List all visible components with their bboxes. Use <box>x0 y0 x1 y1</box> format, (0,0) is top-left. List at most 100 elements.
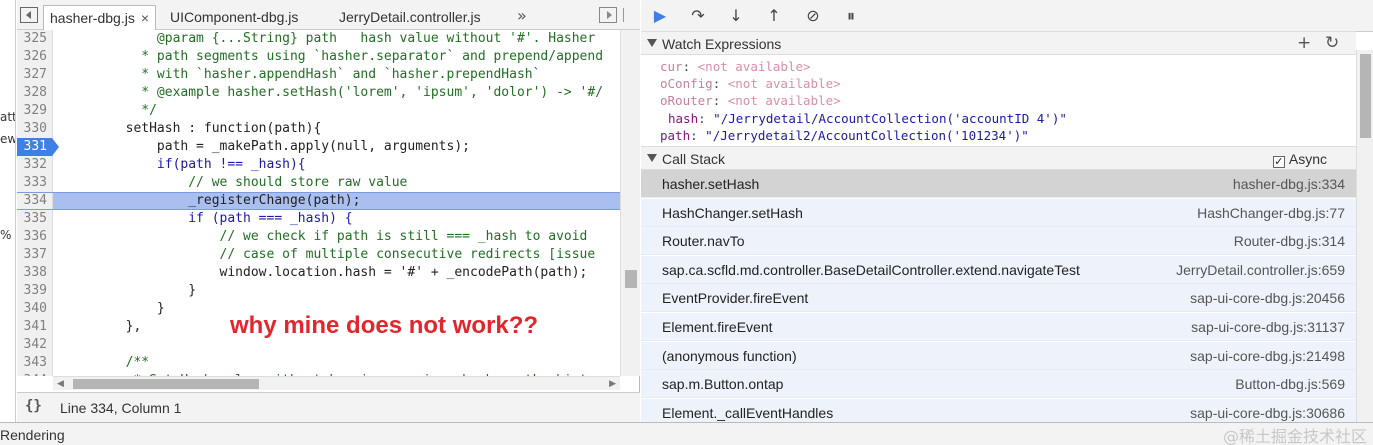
refresh-watch-icon[interactable]: ↻ <box>1325 33 1339 53</box>
line-number[interactable]: 340 <box>17 300 53 318</box>
call-frame-location[interactable]: sap-ui-core-dbg.js:20456 <box>1190 290 1345 306</box>
call-frame-location[interactable]: Button-dbg.js:569 <box>1235 376 1345 392</box>
editor-status-bar: {} Line 334, Column 1 <box>17 392 640 422</box>
line-number[interactable]: 338 <box>17 264 53 282</box>
line-number[interactable]: 334 <box>17 193 53 209</box>
section-title: Call Stack <box>662 151 726 167</box>
code-line[interactable]: 333 // we should store raw value <box>17 174 620 192</box>
code-line[interactable]: 332 if(path !== _hash){ <box>17 156 620 174</box>
call-frame-location[interactable]: Router-dbg.js:314 <box>1234 233 1345 249</box>
watermark: @稀土掘金技术社区 <box>1222 427 1367 445</box>
line-number[interactable]: 337 <box>17 246 53 264</box>
add-watch-icon[interactable]: + <box>1297 33 1311 53</box>
line-number[interactable]: 336 <box>17 228 53 246</box>
code-line[interactable]: 335 if (path === _hash) { <box>17 210 620 228</box>
async-toggle[interactable]: ✓ Async <box>1272 151 1327 168</box>
scroll-thumb[interactable] <box>1360 54 1371 138</box>
debugger-toggle-icon[interactable] <box>599 7 617 23</box>
code-text: * @example hasher.setHash('lorem', 'ipsu… <box>63 85 604 100</box>
deactivate-breakpoints-icon[interactable]: ⊘ <box>802 6 824 26</box>
async-checkbox[interactable]: ✓ <box>1272 156 1285 168</box>
breakpoint-marker[interactable]: 331 <box>17 138 59 156</box>
step-out-icon[interactable]: ↑ <box>763 6 785 26</box>
call-frame[interactable]: sap.m.Button.ontap Button-dbg.js:569 <box>641 370 1356 399</box>
line-number[interactable]: 341 <box>17 318 53 336</box>
drawer-tab-rendering[interactable]: Rendering <box>0 427 65 443</box>
watch-item[interactable]: oRouter: <not available> <box>660 93 841 110</box>
watch-item[interactable]: cur: <not available> <box>660 59 811 76</box>
call-frame-location[interactable]: sap-ui-core-dbg.js:21498 <box>1190 348 1345 364</box>
step-over-icon[interactable]: ↷ <box>687 6 709 26</box>
call-frame-function: sap.ca.scfld.md.controller.BaseDetailCon… <box>662 261 1080 278</box>
code-line[interactable]: 334 _registerChange(path); <box>17 192 620 210</box>
scroll-thumb[interactable] <box>625 270 637 288</box>
call-frame[interactable]: sap.ca.scfld.md.controller.BaseDetailCon… <box>641 255 1356 284</box>
navigator-toggle-icon[interactable] <box>20 7 38 23</box>
call-frame[interactable]: hasher.setHash hasher-dbg.js:334 <box>641 170 1356 198</box>
line-number[interactable]: 327 <box>17 66 53 84</box>
line-number[interactable]: 344 <box>17 372 53 376</box>
line-number[interactable]: 326 <box>17 48 53 66</box>
call-frame[interactable]: HashChanger.setHash HashChanger-dbg.js:77 <box>641 198 1356 227</box>
code-line[interactable]: 327 * with `hasher.appendHash` and `hash… <box>17 66 620 84</box>
scroll-right-icon[interactable]: ▶ <box>609 379 616 389</box>
resume-icon[interactable]: ▶ <box>649 6 671 26</box>
code-line[interactable]: 326 * path segments using `hasher.separa… <box>17 48 620 66</box>
code-line[interactable]: 325 @param {...String} path hash value w… <box>17 30 620 48</box>
watch-item[interactable]: oConfig: <not available> <box>660 76 841 93</box>
call-frame[interactable]: EventProvider.fireEvent sap-ui-core-dbg.j… <box>641 284 1356 313</box>
code-line[interactable]: 336 // we check if path is still === _ha… <box>17 228 620 246</box>
pause-on-exceptions-icon[interactable]: ⏸ <box>840 6 862 26</box>
step-into-icon[interactable]: ↓ <box>725 6 747 26</box>
call-frame[interactable]: Element._callEventHandles sap-ui-core-dbg… <box>641 398 1356 422</box>
call-frame-location[interactable]: HashChanger-dbg.js:77 <box>1197 205 1345 221</box>
more-tabs-icon[interactable]: » <box>517 6 527 25</box>
tab-uicomponent-dbg[interactable]: UIComponent-dbg.js <box>164 5 304 30</box>
line-number[interactable]: 333 <box>17 174 53 192</box>
line-number[interactable]: 343 <box>17 354 53 372</box>
tab-hasher-dbg[interactable]: hasher-dbg.js × <box>43 5 157 30</box>
line-number[interactable]: 342 <box>17 336 53 354</box>
editor-vertical-scrollbar[interactable] <box>620 30 640 376</box>
code-line[interactable]: 329 */ <box>17 102 620 120</box>
call-frame-location[interactable]: JerryDetail.controller.js:659 <box>1176 262 1345 278</box>
tab-label: UIComponent-dbg.js <box>170 9 299 25</box>
call-frame-function: (anonymous function) <box>662 347 797 364</box>
editor-horizontal-scrollbar[interactable]: ◀ ▶ <box>53 376 620 390</box>
call-frame-location[interactable]: sap-ui-core-dbg.js:31137 <box>1191 319 1345 335</box>
code-line[interactable]: 337 // case of multiple consecutive redi… <box>17 246 620 264</box>
line-number[interactable]: 335 <box>17 210 53 228</box>
line-number[interactable]: 330 <box>17 120 53 138</box>
line-number[interactable]: 332 <box>17 156 53 174</box>
sidebar-vertical-scrollbar[interactable] <box>1356 50 1373 422</box>
tab-jerrydetail-controller[interactable]: JerryDetail.controller.js <box>333 5 487 30</box>
call-frame[interactable]: (anonymous function) sap-ui-core-dbg.js:2… <box>641 341 1356 370</box>
watch-item[interactable]: hash: "/Jerrydetail/AccountCollection('a… <box>668 111 1067 128</box>
line-number[interactable]: 325 <box>17 30 53 48</box>
collapse-caret-icon[interactable] <box>647 39 657 47</box>
code-line[interactable]: 328 * @example hasher.setHash('lorem', '… <box>17 84 620 102</box>
scroll-thumb[interactable] <box>73 379 259 389</box>
watch-name: path <box>660 128 691 143</box>
code-line[interactable]: 339 } <box>17 282 620 300</box>
call-frame[interactable]: Element.fireEvent sap-ui-core-dbg.js:3113… <box>641 313 1356 341</box>
code-line[interactable]: 330 setHash : function(path){ <box>17 120 620 138</box>
call-frame-location[interactable]: sap-ui-core-dbg.js:30686 <box>1190 405 1345 421</box>
call-stack-header[interactable]: Call Stack ✓ Async <box>641 146 1356 170</box>
line-number[interactable]: 339 <box>17 282 53 300</box>
code-line[interactable]: 331 path = _makePath.apply(null, argumen… <box>17 138 620 156</box>
watch-item[interactable]: path: "/Jerrydetail2/AccountCollection('… <box>660 128 1029 145</box>
call-frame[interactable]: Router.navTo Router-dbg.js:314 <box>641 227 1356 256</box>
code-line[interactable]: 338 window.location.hash = '#' + _encode… <box>17 264 620 282</box>
call-frame-location[interactable]: hasher-dbg.js:334 <box>1233 176 1345 192</box>
red-annotation: why mine does not work?? <box>230 312 539 339</box>
code-text: }, <box>63 319 142 334</box>
code-line[interactable]: 343 /** <box>17 354 620 372</box>
pretty-print-icon[interactable]: {} <box>25 398 42 414</box>
line-number[interactable]: 328 <box>17 84 53 102</box>
scroll-left-icon[interactable]: ◀ <box>57 379 64 389</box>
line-number[interactable]: 329 <box>17 102 53 120</box>
collapse-caret-icon[interactable] <box>647 154 657 162</box>
watch-expressions-header[interactable]: Watch Expressions + ↻ <box>641 31 1356 55</box>
close-tab-icon[interactable]: × <box>141 10 149 26</box>
